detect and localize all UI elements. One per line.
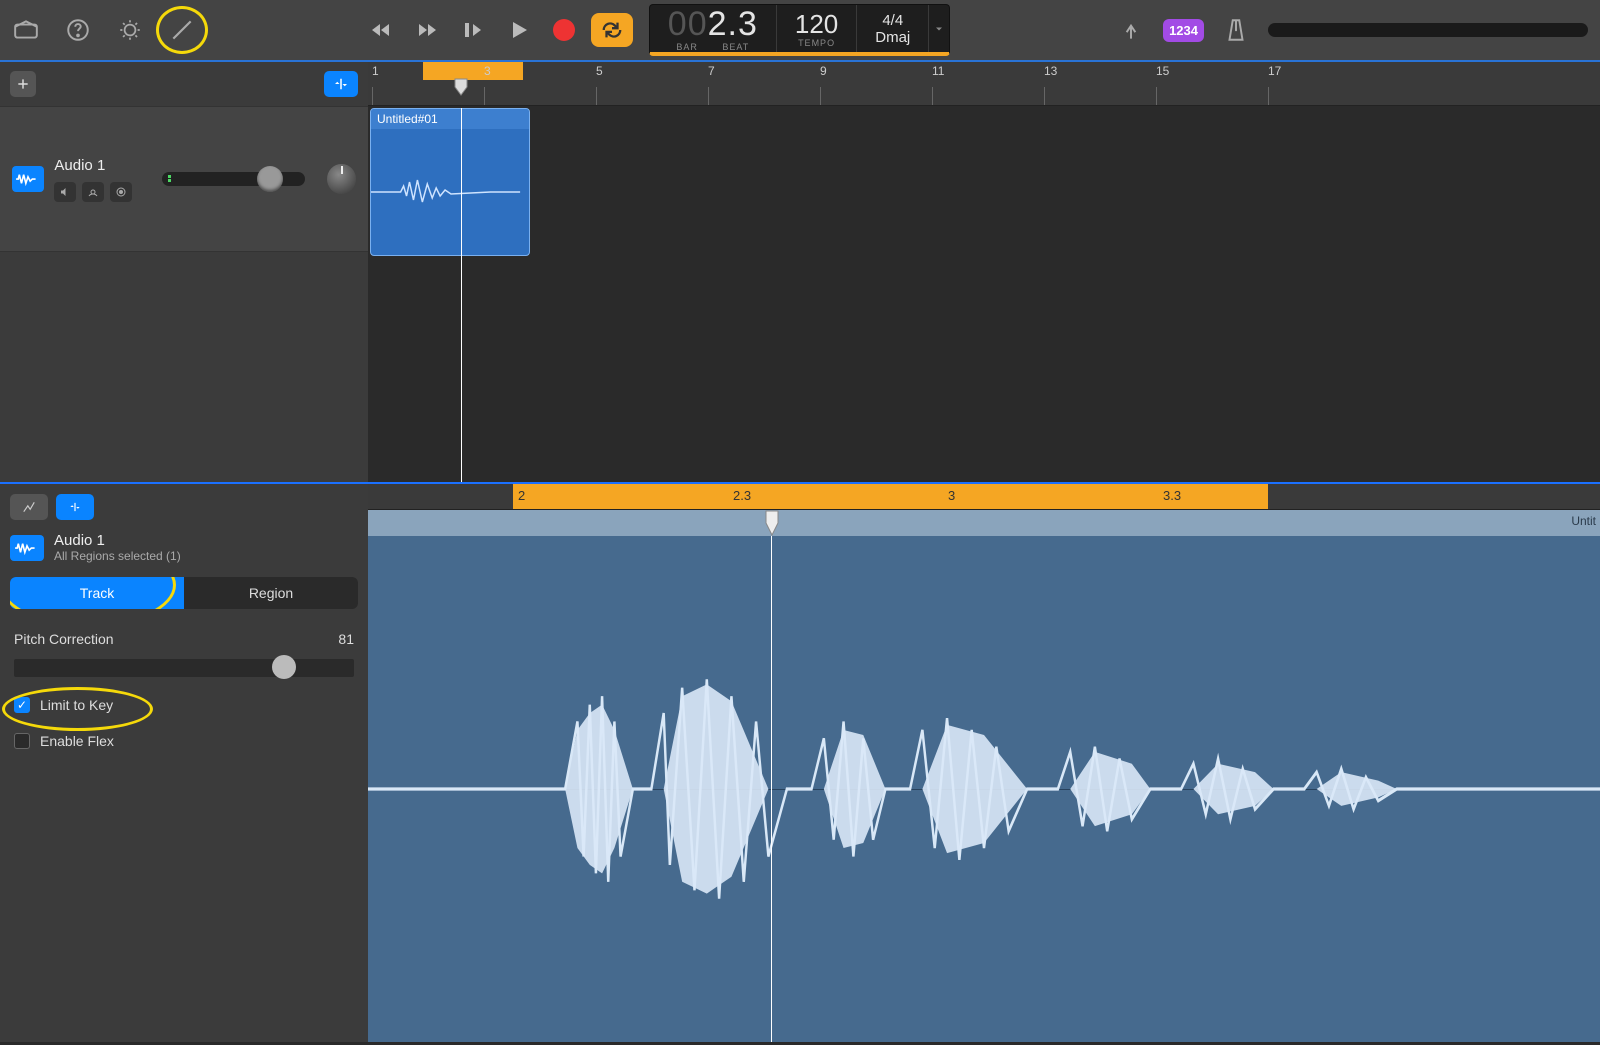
editor-region-title: Untit	[1571, 514, 1596, 528]
editor-ruler-label: 2.3	[733, 488, 751, 503]
workspace: Audio 1 1 3 5 7 9 11 13	[0, 62, 1600, 482]
editor-subtitle: All Regions selected (1)	[54, 549, 181, 563]
arrange-playhead[interactable]	[461, 108, 462, 482]
track-sidebar: Audio 1	[0, 62, 368, 482]
tab-track[interactable]: Track	[10, 577, 184, 609]
enable-flex-label: Enable Flex	[40, 733, 114, 749]
ruler-tick: 17	[1268, 62, 1281, 105]
pitch-slider-thumb[interactable]	[272, 655, 296, 679]
ruler-tick: 11	[932, 62, 944, 105]
editor-track-type-icon	[10, 535, 44, 561]
enable-flex-row[interactable]: Enable Flex	[10, 733, 358, 749]
lcd-bar-prefix: 00	[668, 5, 708, 43]
limit-to-key-label: Limit to Key	[40, 697, 113, 713]
ruler-tick: 3	[484, 62, 491, 105]
editor-icon[interactable]	[168, 16, 196, 44]
editor-catch-button[interactable]	[56, 494, 94, 520]
editor-cycle-region[interactable]	[513, 484, 1268, 509]
enable-flex-checkbox[interactable]	[14, 733, 30, 749]
track-region-segmented: Track Region	[10, 577, 358, 609]
cycle-button[interactable]	[591, 13, 633, 47]
lcd-tempo[interactable]: 120 TEMPO	[777, 5, 857, 52]
region-waveform	[371, 129, 529, 255]
fast-forward-button[interactable]	[409, 12, 445, 48]
editor-waveform-area[interactable]	[368, 536, 1600, 1042]
editor-ruler-label: 3	[948, 488, 955, 503]
help-icon[interactable]	[64, 16, 92, 44]
editor-view-button[interactable]	[10, 494, 48, 520]
editor-main[interactable]: 2 2.3 3 3.3 Untit 100 75 50 25 0 -25 -50…	[368, 484, 1600, 1042]
pitch-correction-row: Pitch Correction 81	[10, 631, 358, 647]
pitch-correction-slider[interactable]	[14, 659, 354, 677]
lcd-bar-value: 2.3	[708, 5, 758, 43]
lcd-display: 002.3 BAR BEAT 120 TEMPO 4/4 Dmaj	[649, 4, 951, 56]
editor-waveform	[368, 536, 1600, 1042]
ruler-tick: 1	[372, 62, 379, 105]
limit-to-key-checkbox[interactable]: ✓	[14, 697, 30, 713]
toolbar-right: 1234	[1117, 16, 1588, 44]
editor-sidebar: Audio 1 All Regions selected (1) Track R…	[0, 484, 368, 1042]
add-track-button[interactable]	[10, 71, 36, 97]
lcd-key-sig[interactable]: 4/4 Dmaj	[857, 5, 929, 52]
volume-thumb[interactable]	[257, 166, 283, 192]
mute-button[interactable]	[54, 182, 76, 202]
sidebar-header	[0, 62, 368, 106]
ruler-tick: 9	[820, 62, 827, 105]
playhead-marker[interactable]	[454, 78, 468, 96]
region-name-label: Untitled#01	[371, 109, 529, 129]
editor-track-name: Audio 1	[54, 532, 181, 549]
play-button[interactable]	[501, 12, 537, 48]
editor-playhead-marker[interactable]	[765, 510, 779, 536]
smart-controls-icon[interactable]	[116, 16, 144, 44]
tab-region[interactable]: Region	[184, 577, 358, 609]
rewind-button[interactable]	[363, 12, 399, 48]
audio-region[interactable]: Untitled#01	[370, 108, 530, 256]
editor-track-header: Audio 1 All Regions selected (1)	[10, 532, 358, 563]
editor-ruler-label: 2	[518, 488, 525, 503]
stop-button[interactable]	[455, 12, 491, 48]
track-row[interactable]: Audio 1	[0, 106, 368, 252]
lcd-dropdown-icon[interactable]	[929, 5, 949, 52]
ruler-tick: 7	[708, 62, 715, 105]
ruler-tick: 15	[1156, 62, 1169, 105]
editor-playhead[interactable]	[771, 536, 772, 1042]
count-in-badge[interactable]: 1234	[1163, 19, 1204, 42]
library-icon[interactable]	[12, 16, 40, 44]
solo-button[interactable]	[82, 182, 104, 202]
pitch-correction-label: Pitch Correction	[14, 631, 114, 647]
lcd-position[interactable]: 002.3 BAR BEAT	[650, 5, 777, 52]
input-monitor-button[interactable]	[110, 182, 132, 202]
cycle-region[interactable]	[423, 62, 523, 80]
metronome-icon[interactable]	[1222, 16, 1250, 44]
arrange-area[interactable]: 1 3 5 7 9 11 13 15 17 Untitled#01	[368, 62, 1600, 482]
limit-to-key-row[interactable]: ✓ Limit to Key	[10, 697, 358, 713]
editor-ruler-label: 3.3	[1163, 488, 1181, 503]
pitch-correction-value: 81	[338, 631, 354, 647]
editor-panel: Audio 1 All Regions selected (1) Track R…	[0, 482, 1600, 1042]
catch-playhead-button[interactable]	[324, 71, 358, 97]
tuner-icon[interactable]	[1117, 16, 1145, 44]
bar-ruler[interactable]: 1 3 5 7 9 11 13 15 17	[368, 62, 1600, 106]
track-type-icon	[12, 166, 44, 192]
ruler-tick: 5	[596, 62, 603, 105]
top-toolbar: 002.3 BAR BEAT 120 TEMPO 4/4 Dmaj 1234	[0, 0, 1600, 62]
toolbar-left	[12, 16, 196, 44]
record-button[interactable]	[553, 19, 575, 41]
editor-ruler[interactable]: 2 2.3 3 3.3	[368, 484, 1600, 510]
track-name-label: Audio 1	[54, 157, 132, 174]
ruler-tick: 13	[1044, 62, 1057, 105]
track-pan-knob[interactable]	[327, 164, 356, 194]
transport-controls: 002.3 BAR BEAT 120 TEMPO 4/4 Dmaj	[363, 4, 951, 56]
editor-sub-ruler[interactable]: Untit	[368, 510, 1600, 536]
track-volume-slider[interactable]	[162, 172, 305, 186]
track-head: Audio 1	[54, 157, 132, 202]
master-volume-meter[interactable]	[1268, 23, 1588, 37]
